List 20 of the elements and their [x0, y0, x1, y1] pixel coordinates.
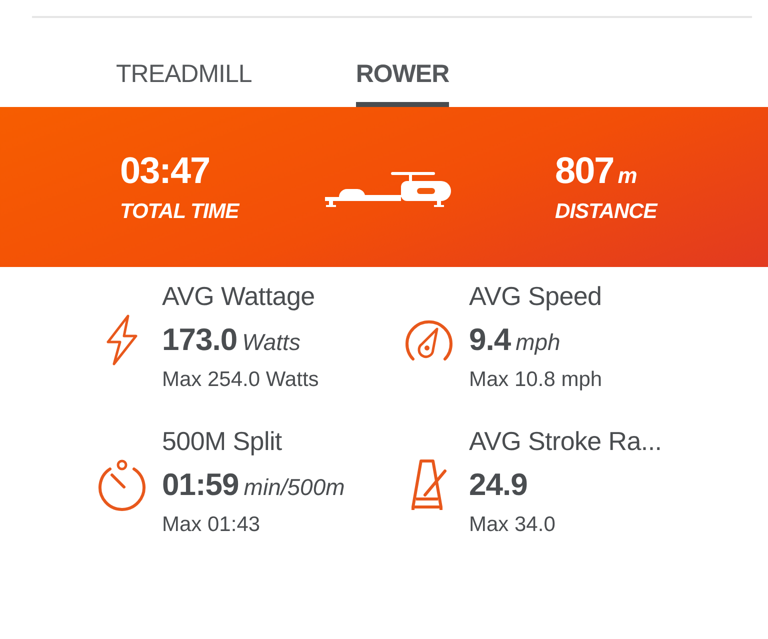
- metric-title: AVG Wattage: [162, 281, 316, 312]
- summary-value: 03:47: [120, 150, 211, 192]
- tab[interactable]: TREADMILL: [116, 18, 252, 107]
- summary-label: DISTANCE: [555, 200, 657, 224]
- summary-label: TOTAL TIME: [120, 200, 241, 224]
- metric-max: Max 254.0 Watts: [162, 368, 319, 392]
- metric-value: 173.0 Watts: [162, 322, 302, 358]
- metric-max: Max 34.0: [469, 513, 556, 537]
- metric-title: 500M Split: [162, 426, 283, 457]
- metric-title: AVG Speed: [469, 281, 602, 312]
- metric-value: 9.4 mph: [469, 322, 562, 358]
- metronome-icon: [411, 458, 447, 510]
- metric-value: 01:59 min/500m: [162, 467, 345, 503]
- metric-value: 24.9: [469, 467, 528, 503]
- summary-value: 807 m: [555, 150, 638, 192]
- metric-max: Max 01:43: [162, 513, 262, 537]
- metric-title: AVG Stroke Ra...: [469, 426, 662, 457]
- rowing-machine-icon: [325, 171, 451, 207]
- metric-max: Max 10.8 mph: [469, 368, 602, 392]
- stopwatch-icon: [96, 458, 148, 510]
